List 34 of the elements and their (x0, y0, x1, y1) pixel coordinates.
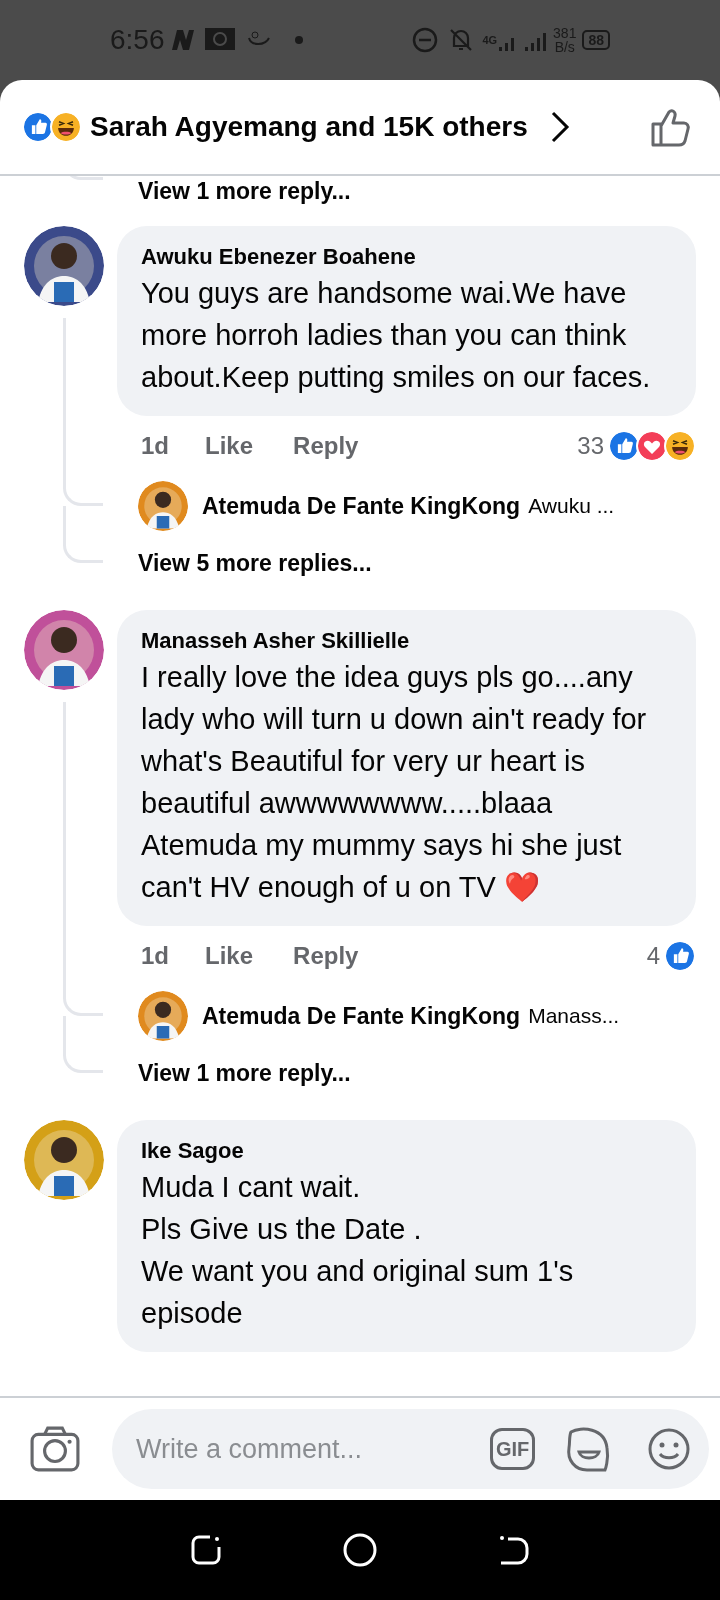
back-icon[interactable] (497, 1534, 530, 1566)
comment-text: You guys are handsome wai.We have more horroh ladies than you can think about.Keep putting smiles on our faces. (141, 276, 652, 395)
reply-preview: Manass... (528, 1003, 620, 1030)
reaction-count: 33 (577, 431, 604, 461)
comment-author[interactable]: Ike Sagoe (141, 1136, 672, 1166)
reply-link[interactable]: Reply (293, 428, 359, 464)
view-more-replies-link[interactable]: View 5 more replies... (138, 545, 372, 581)
chevron-right-icon[interactable] (549, 110, 570, 144)
reply-link[interactable]: Reply (293, 938, 359, 974)
do-not-disturb-icon (412, 27, 439, 53)
view-more-replies-link[interactable]: View 1 more reply... (138, 1055, 351, 1091)
reply-author[interactable]: Atemuda De Fante KingKong (202, 488, 521, 524)
comment-time: 1d (141, 941, 169, 971)
reactions-summary[interactable]: Sarah Agyemang and 15K others (90, 106, 528, 148)
comment-author[interactable]: Manasseh Asher Skillielle (141, 626, 672, 656)
comment-text: Muda I cant wait. Pls Give us the Date . We want you and original sum 1's episode (141, 1170, 575, 1331)
comment-time: 1d (141, 431, 169, 461)
reaction-count: 4 (646, 941, 660, 971)
home-icon[interactable] (343, 1533, 377, 1567)
like-link[interactable]: Like (205, 428, 254, 464)
view-more-replies-link[interactable]: View 1 more reply... (138, 176, 351, 206)
comment-author[interactable]: Awuku Ebenezer Boahene (141, 242, 672, 272)
thumbs-up-icon[interactable] (650, 106, 692, 148)
comment-text: I really love the idea guys pls go....any lady who will turn u down ain't ready for what's Beautiful for very ur heart is beautiful awwwwwwww.....blaaa Atemuda my mummy says hi she just can't HV enough of u on TV ❤ (141, 660, 648, 905)
reply-author[interactable]: Atemuda De Fante KingKong (202, 998, 521, 1034)
comment-field[interactable]: Write a comment... GIF (112, 1409, 710, 1489)
reply-preview: Awuku ... (528, 493, 615, 520)
recent-apps-icon[interactable] (190, 1534, 223, 1566)
like-link[interactable]: Like (205, 938, 254, 974)
gif-button[interactable]: GIF (490, 1428, 536, 1470)
emoji-icon[interactable] (647, 1427, 692, 1471)
image-notification-icon (204, 28, 235, 52)
camera-icon[interactable] (30, 1426, 80, 1472)
dot-icon (294, 36, 303, 44)
